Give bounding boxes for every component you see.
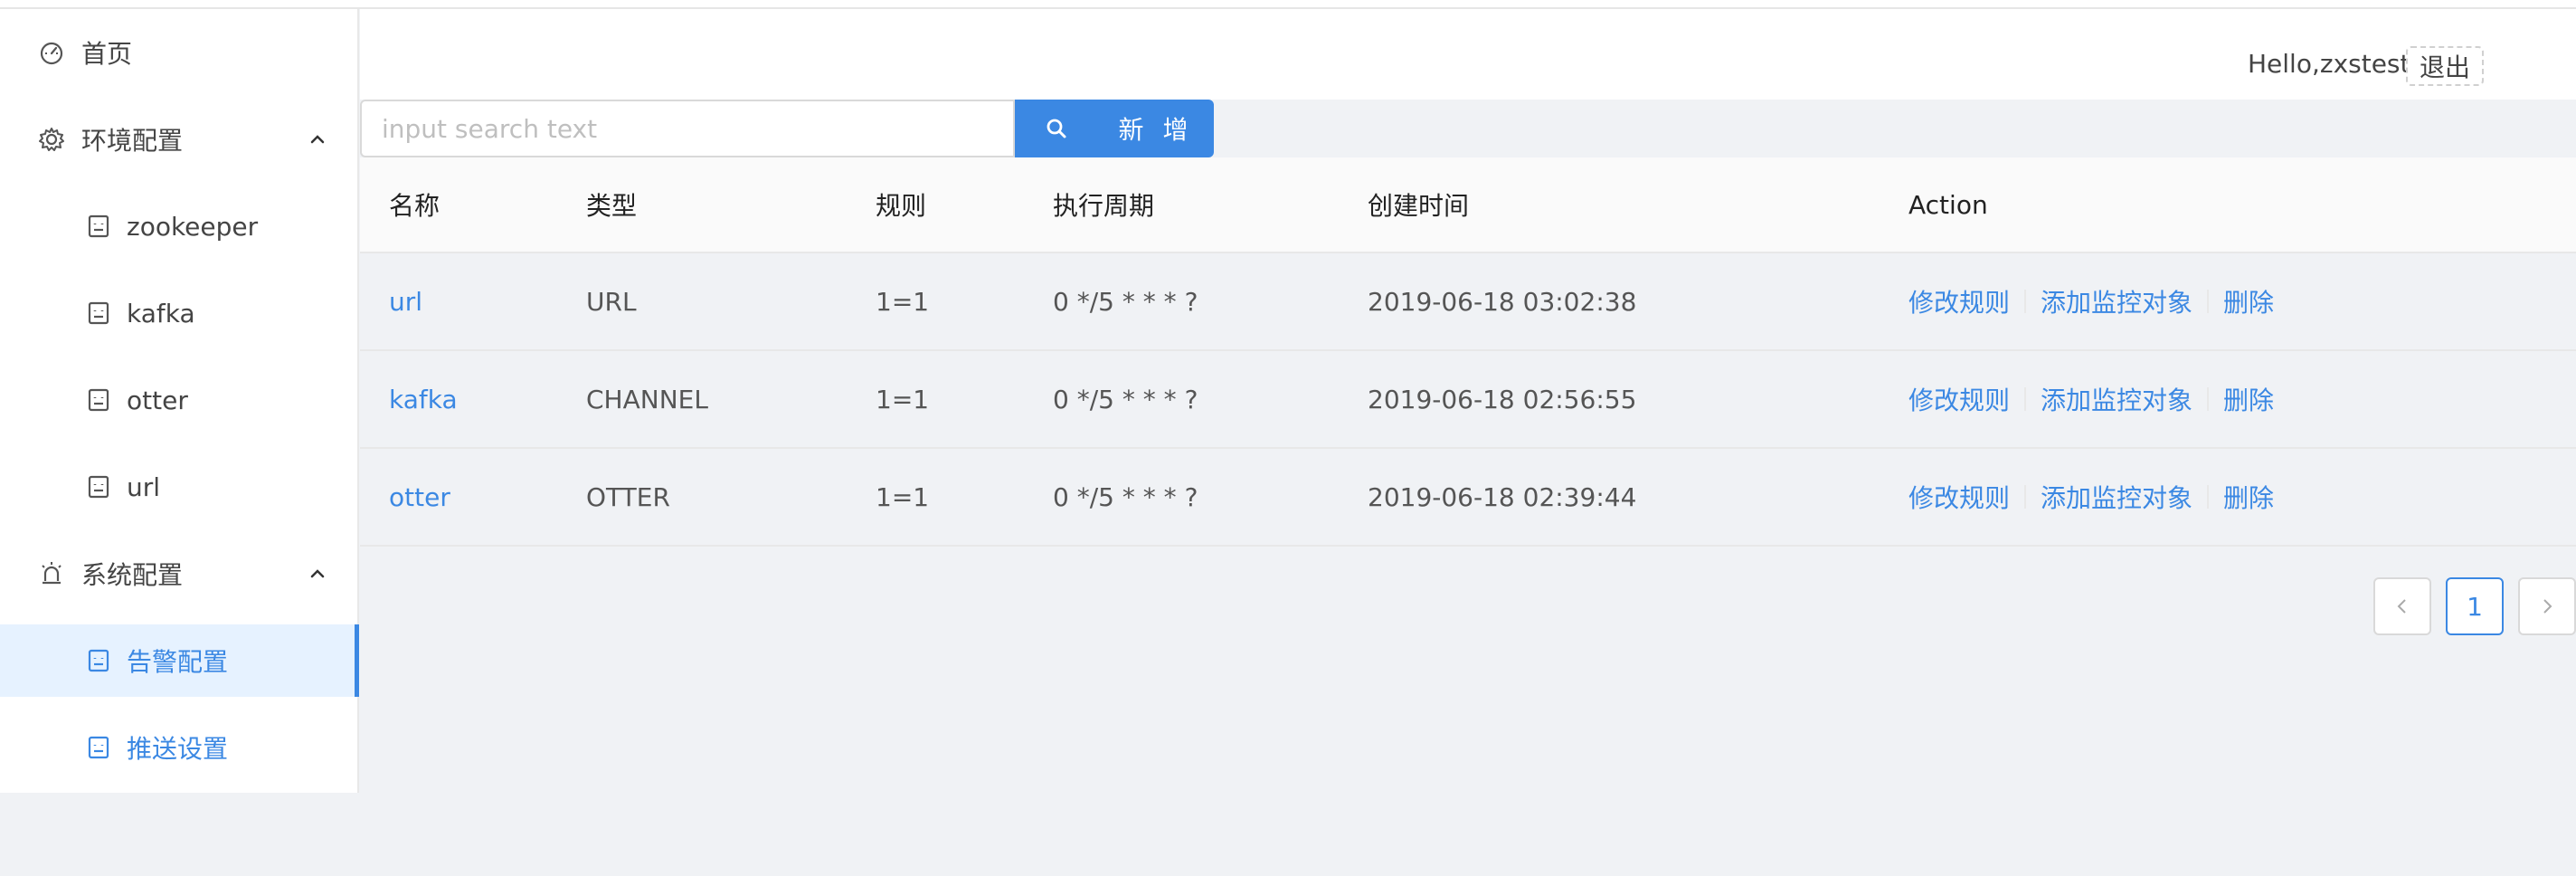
robot-icon [85,386,112,414]
delete-link[interactable]: 删除 [2223,283,2274,319]
row-actions: 修改规则 添加监控对象 删除 [1908,449,2274,545]
search-button[interactable] [1015,100,1098,157]
sidebar-item-url[interactable]: url [0,451,359,523]
divider [2207,387,2210,411]
divider [2207,485,2210,509]
sidebar-group-system-config[interactable]: 系统配置 [0,538,359,610]
sidebar-item-label: 系统配置 [81,560,184,590]
row-cron: 0 */5 * * * ? [1053,286,1198,317]
table-row: url URL 1=1 0 */5 * * * ? 2019-06-18 03:… [360,253,2576,351]
row-cron: 0 */5 * * * ? [1053,481,1198,512]
sidebar-group-env-config[interactable]: 环境配置 [0,103,359,176]
edit-rule-link[interactable]: 修改规则 [1908,283,2010,319]
sidebar-item-home[interactable]: 首页 [0,16,359,89]
search-icon [1046,119,1066,138]
sidebar-item-push-settings[interactable]: 推送设置 [0,711,359,784]
chevron-up-icon [310,569,325,578]
sidebar-item-label: url [127,471,161,502]
robot-icon [85,300,112,327]
search-input[interactable] [360,100,1015,157]
add-monitor-target-link[interactable]: 添加监控对象 [2041,283,2192,319]
row-name-link[interactable]: otter [389,482,450,512]
add-button[interactable]: 新 增 [1098,100,1214,157]
divider [2024,485,2027,509]
chevron-up-icon [310,135,325,144]
pagination-next-button[interactable] [2518,577,2576,635]
sidebar-item-label: otter [127,385,188,415]
column-header-action: Action [1908,189,1988,220]
gear-icon [38,126,65,153]
delete-link[interactable]: 删除 [2223,479,2274,515]
dashboard-icon [38,39,65,66]
pagination-prev-button[interactable] [2373,577,2431,635]
sidebar: 首页 环境配置 zookeeper kafka otter url 系统配置 告… [0,9,359,793]
row-name-link[interactable]: url [389,287,422,317]
header [360,9,2576,100]
chevron-left-icon [2397,599,2406,614]
sidebar-item-label: 推送设置 [127,734,229,764]
top-border [0,0,2576,9]
edit-rule-link[interactable]: 修改规则 [1908,479,2010,515]
sidebar-item-label: zookeeper [127,211,259,242]
pagination-page-1[interactable]: 1 [2446,577,2504,635]
row-actions: 修改规则 添加监控对象 删除 [1908,351,2274,447]
row-created: 2019-06-18 03:02:38 [1368,286,1637,317]
add-monitor-target-link[interactable]: 添加监控对象 [2041,381,2192,417]
column-header-type: 类型 [586,191,638,221]
row-type: CHANNEL [586,384,708,414]
robot-icon [85,647,112,674]
column-header-name: 名称 [389,191,440,221]
robot-icon [85,213,112,240]
row-created: 2019-06-18 02:56:55 [1368,384,1637,414]
row-rule: 1=1 [876,384,930,414]
sidebar-item-label: 环境配置 [81,126,184,156]
divider [2207,290,2210,313]
column-header-rule: 规则 [876,191,927,221]
robot-icon [85,734,112,761]
sidebar-item-label: 首页 [81,39,133,69]
row-created: 2019-06-18 02:39:44 [1368,481,1637,512]
divider [2024,387,2027,411]
table-header: 名称 类型 规则 执行周期 创建时间 Action [360,157,2576,253]
delete-link[interactable]: 删除 [2223,381,2274,417]
logout-button[interactable]: 退出 [2406,46,2484,86]
alarm-icon [38,560,65,587]
sidebar-item-alert-config[interactable]: 告警配置 [0,624,359,697]
column-header-cron: 执行周期 [1053,191,1155,221]
robot-icon [85,473,112,500]
column-header-created: 创建时间 [1368,191,1470,221]
row-cron: 0 */5 * * * ? [1053,384,1198,414]
edit-rule-link[interactable]: 修改规则 [1908,381,2010,417]
sidebar-item-otter[interactable]: otter [0,364,359,436]
add-monitor-target-link[interactable]: 添加监控对象 [2041,479,2192,515]
row-type: URL [586,286,637,317]
sidebar-item-zookeeper[interactable]: zookeeper [0,190,359,262]
table-row: kafka CHANNEL 1=1 0 */5 * * * ? 2019-06-… [360,351,2576,449]
alert-table: 名称 类型 规则 执行周期 创建时间 Action url URL 1=1 0 … [360,157,2576,547]
sidebar-item-kafka[interactable]: kafka [0,277,359,349]
row-type: OTTER [586,481,670,512]
divider [2024,290,2027,313]
sidebar-item-label: 告警配置 [127,647,229,677]
sidebar-item-label: kafka [127,298,195,328]
user-greeting: Hello,zxstest! [2248,49,2420,79]
row-rule: 1=1 [876,481,930,512]
chevron-right-icon [2543,599,2552,614]
row-actions: 修改规则 添加监控对象 删除 [1908,253,2274,349]
table-row: otter OTTER 1=1 0 */5 * * * ? 2019-06-18… [360,449,2576,547]
row-rule: 1=1 [876,286,930,317]
row-name-link[interactable]: kafka [389,385,458,414]
